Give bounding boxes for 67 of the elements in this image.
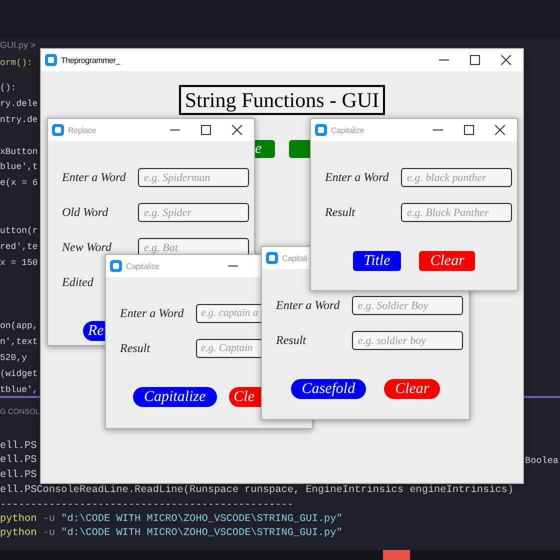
code-line: (widget: [0, 368, 38, 381]
input-field[interactable]: e.g. Spiderman: [138, 168, 249, 187]
field-label: Edited: [62, 274, 94, 291]
app-icon: [52, 124, 64, 136]
maximize-icon[interactable]: [464, 125, 474, 135]
maximize-icon[interactable]: [470, 55, 480, 65]
action-button[interactable]: Cle: [228, 387, 261, 407]
field-label: Old Word: [62, 204, 108, 221]
action-button[interactable]: Clear: [384, 379, 440, 399]
code-line: x = 150: [0, 257, 38, 270]
terminal-line: python -u "d:\CODE WITH MICRO\ZOHO_VSCODE\STRING_GUI.py": [0, 513, 342, 527]
window-title: Replace: [68, 126, 96, 134]
field-label: Enter a Word: [62, 169, 126, 186]
input-field[interactable]: e.g. Captain: [196, 339, 261, 358]
code-line: on(app,: [0, 320, 38, 333]
input-field[interactable]: e.g. Spider: [138, 203, 249, 222]
action-button[interactable]: e: [255, 140, 275, 158]
field-label: Enter a Word: [325, 169, 389, 186]
maximize-icon[interactable]: [201, 125, 211, 135]
code-line: e(x = 6: [0, 177, 38, 190]
code-line: red',te: [0, 241, 38, 254]
code-line: xButton: [0, 146, 38, 159]
action-button[interactable]: Re: [83, 321, 106, 341]
close-icon[interactable]: [232, 125, 242, 135]
action-button[interactable]: Casefold: [290, 379, 366, 399]
code-line: n',text: [0, 336, 38, 349]
terminal-line: python -u "d:\CODE WITH MICRO\ZOHO_VSCODE\STRING_GUI.py": [0, 527, 342, 541]
field-label: Result: [325, 204, 355, 221]
code-line: tblue',: [0, 384, 38, 397]
window-title: Capitalize: [331, 126, 364, 134]
close-icon[interactable]: [501, 55, 511, 65]
input-field[interactable]: e.g. captain a: [196, 304, 261, 323]
field-label: Enter a Word: [120, 305, 184, 322]
app-icon: [110, 260, 122, 272]
field-label: Result: [120, 340, 150, 357]
action-button[interactable]: Clear: [419, 251, 476, 271]
terminal-line: ell.PS: [0, 454, 37, 468]
app-icon: [315, 124, 327, 136]
code-line: ():: [0, 82, 16, 95]
terminal-line: ell.PS: [0, 440, 37, 454]
code-line: utton(r: [0, 225, 38, 238]
code-line: ry.dele: [0, 98, 38, 111]
window-title: Capitalize: [126, 262, 160, 270]
code-line: ntry.de: [0, 114, 38, 127]
code-line: 520,y: [0, 352, 28, 365]
window-title: Capitali: [282, 254, 308, 262]
window-title: Theprogrammer_: [61, 56, 120, 64]
code-line: blue',t: [0, 161, 38, 174]
terminal-line: ell.PS: [0, 469, 37, 483]
close-icon[interactable]: [495, 125, 505, 135]
field-label: Enter a Word: [276, 297, 340, 314]
field-label: Result: [276, 332, 306, 349]
input-field[interactable]: e.g. Black Panther: [401, 203, 512, 222]
breadcrumb: GUI.py >: [0, 40, 36, 50]
terminal-line: ------------------------------------------------: [0, 499, 294, 513]
action-button[interactable]: Capitalize: [133, 387, 217, 407]
action-button[interactable]: Title: [352, 251, 402, 271]
code-line: orm():: [0, 57, 32, 70]
input-field[interactable]: e.g. black panther: [401, 168, 512, 187]
input-field[interactable]: e.g. Soldier Boy: [352, 296, 463, 315]
heading-label: String Functions - GUI: [178, 85, 386, 115]
input-field[interactable]: e.g. soldier boy: [352, 331, 463, 350]
terminal-line: ell.PSConsoleReadLine.ReadLine(Runspace runspace, EngineIntrinsics engineIntrinsics): [0, 484, 514, 498]
field-label: New Word: [62, 239, 112, 256]
terminal-line: Boolea: [525, 454, 558, 468]
app-icon: [266, 252, 278, 264]
app-icon: [45, 54, 57, 66]
